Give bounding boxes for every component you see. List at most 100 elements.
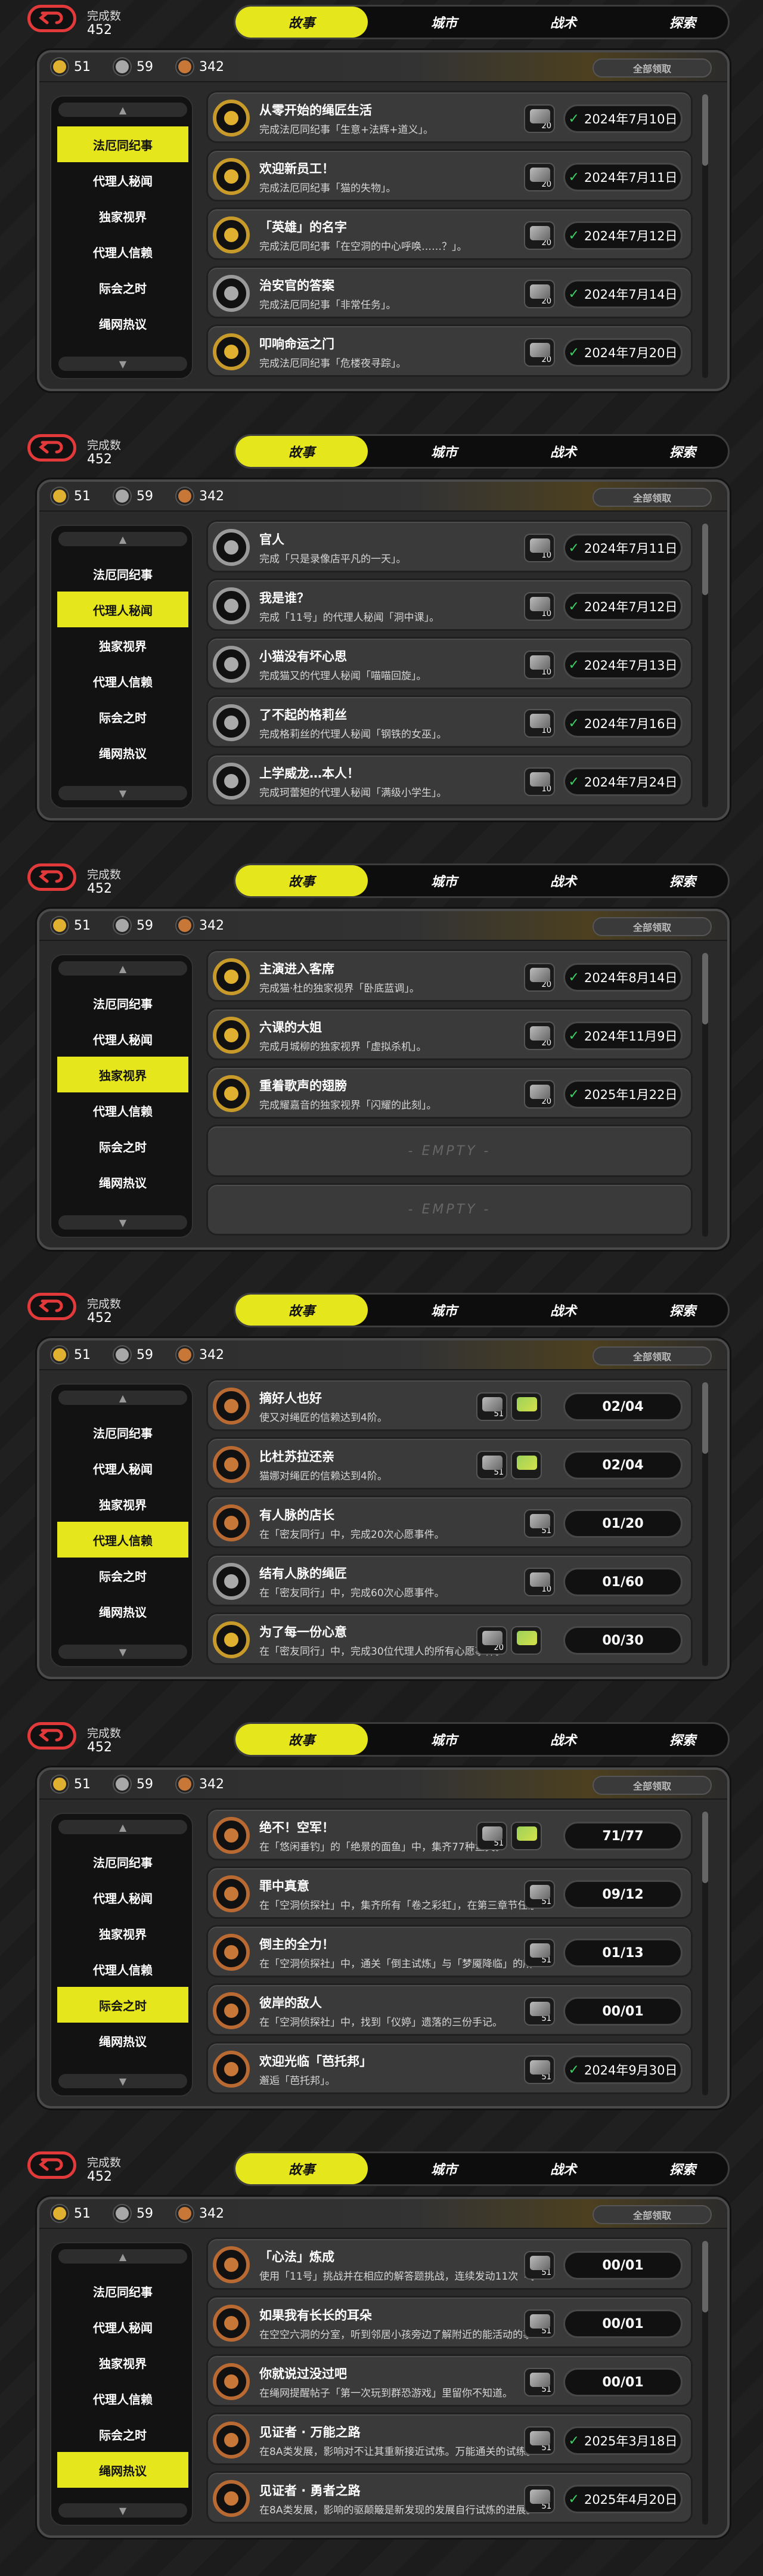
sidebar-item[interactable]: 代理人秘闻 — [57, 592, 188, 627]
achievement-card[interactable]: 绝不！空军！ 在「悠闲垂钓」的「绝景的面鱼」中，集齐77种鱼类。 51 71/77 — [206, 1808, 693, 1860]
sidebar-item[interactable]: 代理人秘闻 — [57, 2309, 188, 2345]
achievement-card[interactable]: 欢迎新员工！ 完成法厄同纪事「猫的失物」。 20 ✓ 2024年7月11日 — [206, 149, 693, 202]
sidebar-scroll-up[interactable]: ▲ — [58, 961, 187, 976]
sidebar-item[interactable]: 独家视界 — [57, 627, 188, 663]
back-button[interactable] — [27, 434, 76, 462]
sidebar-item[interactable]: 绳网热议 — [57, 1164, 188, 1200]
achievement-card[interactable]: 结有人脉的绳匠 在「密友同行」中，完成60次心愿事件。 10 01/60 — [206, 1554, 693, 1606]
tab-city[interactable]: 城市 — [384, 2153, 504, 2184]
achievement-card[interactable]: 摘好人也好 使又对绳匠的信赖达到4阶。 51 02/04 — [206, 1379, 693, 1431]
sidebar-item[interactable]: 际会之时 — [57, 270, 188, 305]
list-scrollbar[interactable] — [702, 524, 708, 807]
achievement-card[interactable]: 从零开始的绳匠生活 完成法厄同纪事「生意+法辉+道义」。 20 ✓ 2024年7月10日 — [206, 91, 693, 143]
list-scrollbar[interactable] — [702, 953, 708, 1237]
achievement-card[interactable]: 比杜苏拉还亲 猫娜对绳匠的信赖达到4阶。 51 02/04 — [206, 1437, 693, 1490]
achievement-card[interactable]: 你就说过没过吧 在绳网提醒帖子「第一次玩到群恐游戏」里留你不知道。 51 00/01 — [206, 2354, 693, 2407]
tab-tactics[interactable]: 战术 — [504, 1724, 623, 1755]
sidebar-item[interactable]: 绳网热议 — [57, 305, 188, 341]
sidebar-item[interactable]: 法厄同纪事 — [57, 1414, 188, 1450]
sidebar-item[interactable]: 独家视界 — [57, 2345, 188, 2380]
sidebar-scroll-down[interactable]: ▼ — [58, 2503, 187, 2518]
tab-tactics[interactable]: 战术 — [504, 436, 623, 467]
tab-explore[interactable]: 探索 — [623, 1724, 742, 1755]
achievement-card[interactable]: 了不起的格莉丝 完成格莉丝的代理人秘闻「钢铁的女巫」。 10 ✓ 2024年7月16日 — [206, 695, 693, 748]
tab-story[interactable]: 故事 — [235, 865, 368, 896]
claim-all-button[interactable]: 全部领取 — [593, 2205, 712, 2224]
tab-explore[interactable]: 探索 — [623, 7, 742, 38]
claim-all-button[interactable]: 全部领取 — [593, 58, 712, 78]
achievement-card[interactable]: 有人脉的店长 在「密友同行」中，完成20次心愿事件。 51 01/20 — [206, 1496, 693, 1548]
sidebar-scroll-down[interactable]: ▼ — [58, 2074, 187, 2088]
sidebar-scroll-up[interactable]: ▲ — [58, 103, 187, 117]
list-scrollbar[interactable] — [702, 1812, 708, 2095]
tab-city[interactable]: 城市 — [384, 436, 504, 467]
tab-city[interactable]: 城市 — [384, 1295, 504, 1326]
achievement-card[interactable]: 为了每一份心意 在「密友同行」中，完成30位代理人的所有心愿事件。 20 00/30 — [206, 1612, 693, 1665]
sidebar-item[interactable]: 绳网热议 — [57, 735, 188, 770]
tab-tactics[interactable]: 战术 — [504, 1295, 623, 1326]
back-button[interactable] — [27, 1722, 76, 1750]
list-scrollbar[interactable] — [702, 94, 708, 378]
tab-explore[interactable]: 探索 — [623, 1295, 742, 1326]
scrollbar-thumb[interactable] — [702, 1812, 708, 1883]
sidebar-scroll-up[interactable]: ▲ — [58, 1820, 187, 1834]
back-button[interactable] — [27, 1293, 76, 1320]
sidebar-item[interactable]: 代理人信赖 — [57, 2380, 188, 2416]
sidebar-item[interactable]: 绳网热议 — [57, 2023, 188, 2058]
tab-story[interactable]: 故事 — [235, 436, 368, 467]
tab-city[interactable]: 城市 — [384, 865, 504, 896]
achievement-card[interactable]: 「英雄」的名字 完成法厄同纪事「在空洞的中心呼唤……？」。 20 ✓ 2024年7月12… — [206, 208, 693, 260]
tab-city[interactable]: 城市 — [384, 1724, 504, 1755]
sidebar-item[interactable]: 际会之时 — [57, 1987, 188, 2023]
sidebar-item[interactable]: 法厄同纪事 — [57, 1844, 188, 1880]
claim-all-button[interactable]: 全部领取 — [593, 1776, 712, 1795]
achievement-card[interactable]: 官人 完成「只是录像店平凡的一天」。 10 ✓ 2024年7月11日 — [206, 520, 693, 572]
sidebar-item[interactable]: 代理人信赖 — [57, 1092, 188, 1128]
sidebar-item[interactable]: 绳网热议 — [57, 2452, 188, 2488]
sidebar-item[interactable]: 法厄同纪事 — [57, 126, 188, 162]
back-button[interactable] — [27, 5, 76, 32]
sidebar-item[interactable]: 代理人秘闻 — [57, 162, 188, 198]
tab-explore[interactable]: 探索 — [623, 865, 742, 896]
achievement-card[interactable]: 主演进入客席 完成猫·杜的独家视界「卧底蓝调」。 20 ✓ 2024年8月14日 — [206, 949, 693, 1002]
scrollbar-thumb[interactable] — [702, 524, 708, 595]
sidebar-scroll-down[interactable]: ▼ — [58, 357, 187, 371]
tab-tactics[interactable]: 战术 — [504, 2153, 623, 2184]
tab-story[interactable]: 故事 — [235, 2153, 368, 2184]
achievement-card[interactable]: 罪中真意在「空洞侦探社」中，集齐所有「卷之彩虹」，在第三章节任意门中。51 09/… — [206, 1866, 693, 1919]
claim-all-button[interactable]: 全部领取 — [593, 1346, 712, 1366]
sidebar-item[interactable]: 际会之时 — [57, 1558, 188, 1593]
scrollbar-thumb[interactable] — [702, 94, 708, 166]
achievement-card[interactable]: 叩响命运之门 完成法厄同纪事「危楼夜寻踪」。 20 ✓ 2024年7月20日 — [206, 324, 693, 377]
achievement-card[interactable]: 我是谁？ 完成「11号」的代理人秘闻「洞中课」。 10 ✓ 2024年7月12日 — [206, 578, 693, 631]
achievement-card[interactable]: 六课的大姐 完成月城柳的独家视界「虚拟杀机」。 20 ✓ 2024年11月9日 — [206, 1008, 693, 1060]
scrollbar-thumb[interactable] — [702, 2241, 708, 2312]
tab-explore[interactable]: 探索 — [623, 436, 742, 467]
claim-all-button[interactable]: 全部领取 — [593, 488, 712, 507]
sidebar-scroll-up[interactable]: ▲ — [58, 1391, 187, 1405]
achievement-card[interactable]: 重着歌声的翅膀 完成耀嘉音的独家视界「闪耀的此刻」。 20 ✓ 2025年1月22日 — [206, 1066, 693, 1119]
tab-explore[interactable]: 探索 — [623, 2153, 742, 2184]
sidebar-item[interactable]: 法厄同纪事 — [57, 2273, 188, 2309]
sidebar-item[interactable]: 代理人秘闻 — [57, 1021, 188, 1057]
sidebar-item[interactable]: 独家视界 — [57, 1486, 188, 1522]
list-scrollbar[interactable] — [702, 2241, 708, 2525]
achievement-card[interactable]: 见证者 · 勇者之路 在8A类发展，影响的驱颠簸是新发现的发展自行试炼的进展。 51… — [206, 2471, 693, 2524]
sidebar-item[interactable]: 独家视界 — [57, 1915, 188, 1951]
sidebar-scroll-up[interactable]: ▲ — [58, 532, 187, 546]
scrollbar-thumb[interactable] — [702, 1382, 708, 1454]
achievement-card[interactable]: 小猫没有坏心思 完成猫又的代理人秘闻「喵喵回旋」。 10 ✓ 2024年7月13日 — [206, 637, 693, 689]
sidebar-item[interactable]: 法厄同纪事 — [57, 985, 188, 1021]
tab-city[interactable]: 城市 — [384, 7, 504, 38]
tab-tactics[interactable]: 战术 — [504, 865, 623, 896]
claim-all-button[interactable]: 全部领取 — [593, 917, 712, 936]
achievement-card[interactable]: 彼岸的敌人 在「空洞侦探社」中，找到「仪婷」遗落的三份手记。 51 00/01 — [206, 1983, 693, 2036]
sidebar-scroll-down[interactable]: ▼ — [58, 1215, 187, 1230]
tab-story[interactable]: 故事 — [235, 1295, 368, 1326]
achievement-card[interactable]: 倒主的全力！ 在「空洞侦探社」中，通关「倒主试炼」与「梦魇降临」的所有关卡。51 0… — [206, 1925, 693, 1977]
achievement-card[interactable]: 治安官的答案 完成法厄同纪事「非常任务」。 20 ✓ 2024年7月14日 — [206, 266, 693, 318]
sidebar-item[interactable]: 际会之时 — [57, 699, 188, 735]
sidebar-item[interactable]: 际会之时 — [57, 1128, 188, 1164]
back-button[interactable] — [27, 2151, 76, 2179]
achievement-card[interactable]: 如果我有长长的耳朵 在空空六洞的分室，听到邻居小孩旁边了解附近的能活动的事。 51 0… — [206, 2296, 693, 2348]
